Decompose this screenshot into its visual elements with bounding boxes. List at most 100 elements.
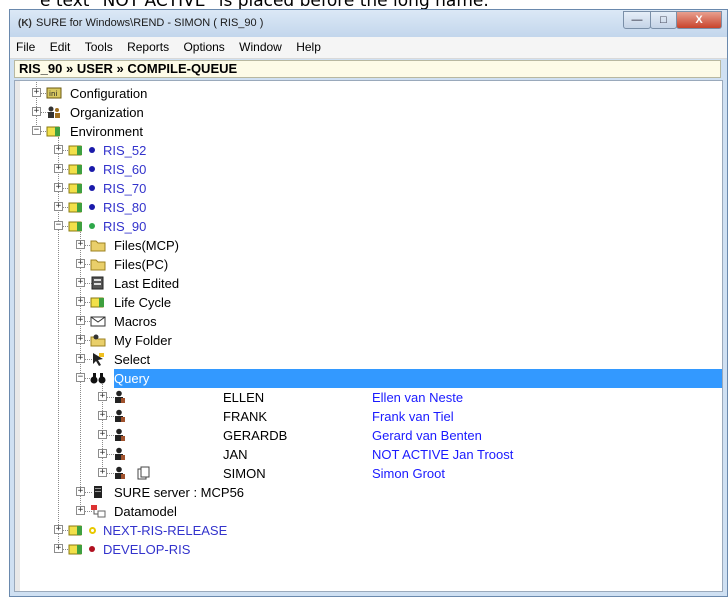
expand-toggle[interactable]: + — [98, 411, 107, 420]
status-dot — [89, 223, 95, 229]
tree-item-label: Files(PC) — [114, 257, 169, 272]
minimize-button[interactable]: — — [623, 11, 651, 29]
copy-icon — [136, 466, 152, 480]
maximize-button[interactable]: □ — [650, 11, 677, 29]
lifecycle-icon — [90, 295, 106, 309]
tree-row[interactable]: + Macros — [15, 312, 722, 331]
expand-toggle[interactable]: + — [76, 297, 85, 306]
tree-row[interactable]: + RIS_80 — [15, 198, 722, 217]
close-button[interactable]: X — [676, 11, 722, 29]
tree-row[interactable]: + Organization — [15, 103, 722, 122]
tree-item-label: RIS_70 — [103, 181, 147, 196]
tree-item-label: Query — [114, 371, 150, 386]
environment-icon — [68, 523, 84, 537]
expand-toggle[interactable]: + — [54, 164, 63, 173]
tree-row[interactable]: + ELLEN Ellen van Neste — [15, 388, 722, 407]
expand-toggle[interactable]: + — [54, 202, 63, 211]
expand-toggle[interactable]: + — [54, 544, 63, 553]
tree-row[interactable]: − Query — [15, 369, 722, 388]
tree-row[interactable]: + Life Cycle — [15, 293, 722, 312]
tree-row[interactable]: + RIS_70 — [15, 179, 722, 198]
tree-row[interactable]: + Datamodel — [15, 502, 722, 521]
tree-item-label: Organization — [70, 105, 144, 120]
tree-item-label: GERARDB — [223, 428, 288, 443]
config-icon: ini — [46, 86, 62, 100]
tree-item-label: DEVELOP-RIS — [103, 542, 191, 557]
tree-item-label: SURE server : MCP56 — [114, 485, 245, 500]
tree-item-label: JAN — [223, 447, 248, 462]
user-long-name: NOT ACTIVE Jan Troost — [372, 447, 514, 462]
tree-row[interactable]: − RIS_90 — [15, 217, 722, 236]
tree-item-label: Macros — [114, 314, 157, 329]
app-logo-icon: (K) — [18, 18, 32, 29]
tree-row[interactable]: + Files(MCP) — [15, 236, 722, 255]
tree-row[interactable]: + RIS_52 — [15, 141, 722, 160]
tree-item-label: Configuration — [70, 86, 148, 101]
tree-row[interactable]: + Select — [15, 350, 722, 369]
tree-row[interactable]: + GERARDB Gerard van Benten — [15, 426, 722, 445]
tree-item-label: RIS_80 — [103, 200, 147, 215]
collapse-toggle[interactable]: − — [76, 373, 85, 382]
tree-row[interactable]: + DEVELOP-RIS — [15, 540, 722, 559]
tree-row[interactable]: + NEXT-RIS-RELEASE — [15, 521, 722, 540]
tree-item-label: Life Cycle — [114, 295, 172, 310]
environment-icon — [68, 143, 84, 157]
expand-toggle[interactable]: + — [76, 278, 85, 287]
expand-toggle[interactable]: + — [54, 525, 63, 534]
collapse-toggle[interactable]: − — [54, 221, 63, 230]
user-long-name: Frank van Tiel — [372, 409, 454, 424]
tree-item-label: ELLEN — [223, 390, 265, 405]
my-folder-icon — [90, 333, 106, 347]
tree-row[interactable]: + Files(PC) — [15, 255, 722, 274]
tree-row[interactable]: + Last Edited — [15, 274, 722, 293]
app-window: (K) SURE for Windows\REND - SIMON ( RIS_… — [9, 9, 728, 597]
environment-icon — [68, 181, 84, 195]
menu-file[interactable]: File — [10, 37, 40, 54]
status-dot — [89, 527, 96, 534]
tree-row[interactable]: + My Folder — [15, 331, 722, 350]
binoculars-icon — [90, 371, 106, 385]
menu-tools[interactable]: Tools — [79, 37, 118, 54]
user-long-name: Simon Groot — [372, 466, 445, 481]
expand-toggle[interactable]: + — [98, 449, 107, 458]
tree-row[interactable]: − Environment — [15, 122, 722, 141]
expand-toggle[interactable]: + — [76, 487, 85, 496]
user-icon — [112, 390, 128, 404]
menu-window[interactable]: Window — [233, 37, 287, 54]
tree-row[interactable]: + RIS_60 — [15, 160, 722, 179]
menu-help[interactable]: Help — [290, 37, 326, 54]
expand-toggle[interactable]: + — [76, 335, 85, 344]
user-icon — [112, 447, 128, 461]
menu-bar: File Edit Tools Reports Options Window H… — [10, 37, 727, 59]
expand-toggle[interactable]: + — [54, 145, 63, 154]
expand-toggle[interactable]: + — [76, 259, 85, 268]
expand-toggle[interactable]: + — [76, 506, 85, 515]
tree-row[interactable]: + SIMON Simon Groot — [15, 464, 722, 483]
environment-icon — [68, 200, 84, 214]
tree-row[interactable]: + SURE server : MCP56 — [15, 483, 722, 502]
menu-reports[interactable]: Reports — [121, 37, 174, 54]
expand-toggle[interactable]: + — [98, 468, 107, 477]
tree-row[interactable]: + JAN NOT ACTIVE Jan Troost — [15, 445, 722, 464]
expand-toggle[interactable]: + — [32, 88, 41, 97]
tree-row[interactable]: + ini Configuration — [15, 84, 722, 103]
folder-icon — [90, 238, 106, 252]
expand-toggle[interactable]: + — [54, 183, 63, 192]
selection-highlight — [114, 369, 722, 388]
expand-toggle[interactable]: + — [98, 430, 107, 439]
expand-toggle[interactable]: + — [32, 107, 41, 116]
environment-icon — [68, 162, 84, 176]
expand-toggle[interactable]: + — [98, 392, 107, 401]
expand-toggle[interactable]: + — [76, 316, 85, 325]
document-icon — [90, 276, 106, 290]
collapse-toggle[interactable]: − — [32, 126, 41, 135]
organization-icon — [46, 105, 62, 119]
expand-toggle[interactable]: + — [76, 354, 85, 363]
tree-item-label: NEXT-RIS-RELEASE — [103, 523, 228, 538]
tree-item-label: Environment — [70, 124, 143, 139]
expand-toggle[interactable]: + — [76, 240, 85, 249]
menu-options[interactable]: Options — [177, 37, 229, 54]
menu-edit[interactable]: Edit — [44, 37, 76, 54]
tree-view[interactable]: + ini Configuration + Organization − Environme… — [14, 80, 723, 592]
tree-row[interactable]: + FRANK Frank van Tiel — [15, 407, 722, 426]
